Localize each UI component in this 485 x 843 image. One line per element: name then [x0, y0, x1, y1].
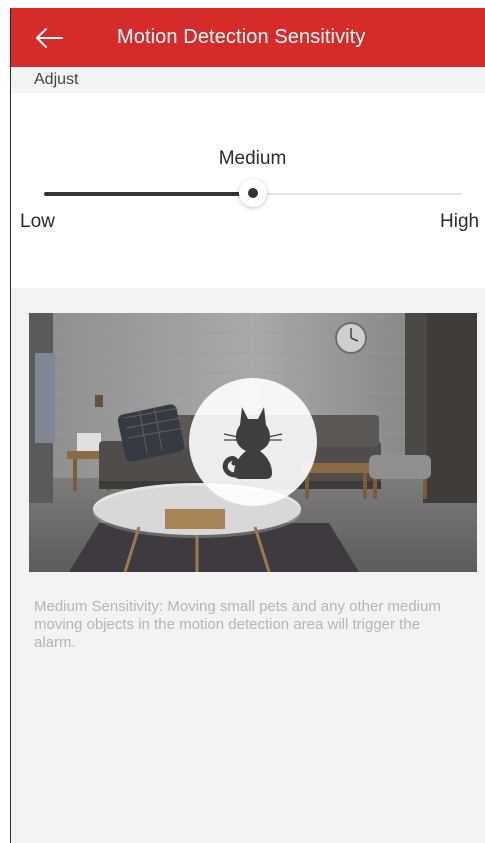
sensitivity-current-value: Medium: [218, 148, 287, 169]
screen-edge: [10, 8, 11, 843]
pet-indicator: [189, 378, 317, 506]
back-button[interactable]: [30, 22, 68, 54]
sensitivity-low-label: Low: [20, 211, 55, 232]
sensitivity-slider-card: Medium Low High: [10, 93, 485, 288]
preview-image: [29, 313, 477, 572]
top-app-bar: Motion Detection Sensitivity: [10, 8, 485, 67]
sensitivity-description: Medium Sensitivity: Moving small pets an…: [34, 598, 441, 651]
sensitivity-slider[interactable]: [44, 179, 462, 207]
slider-fill: [44, 192, 253, 196]
slider-thumb[interactable]: [239, 179, 267, 207]
cat-icon: [222, 407, 283, 479]
adjust-section-label: Adjust: [34, 71, 79, 88]
arrow-left-icon: [36, 28, 63, 48]
app-screen: Motion Detection Sensitivity Adjust Medi…: [10, 8, 485, 843]
sensitivity-high-label: High: [440, 211, 480, 232]
page-title: Motion Detection Sensitivity: [117, 26, 366, 48]
